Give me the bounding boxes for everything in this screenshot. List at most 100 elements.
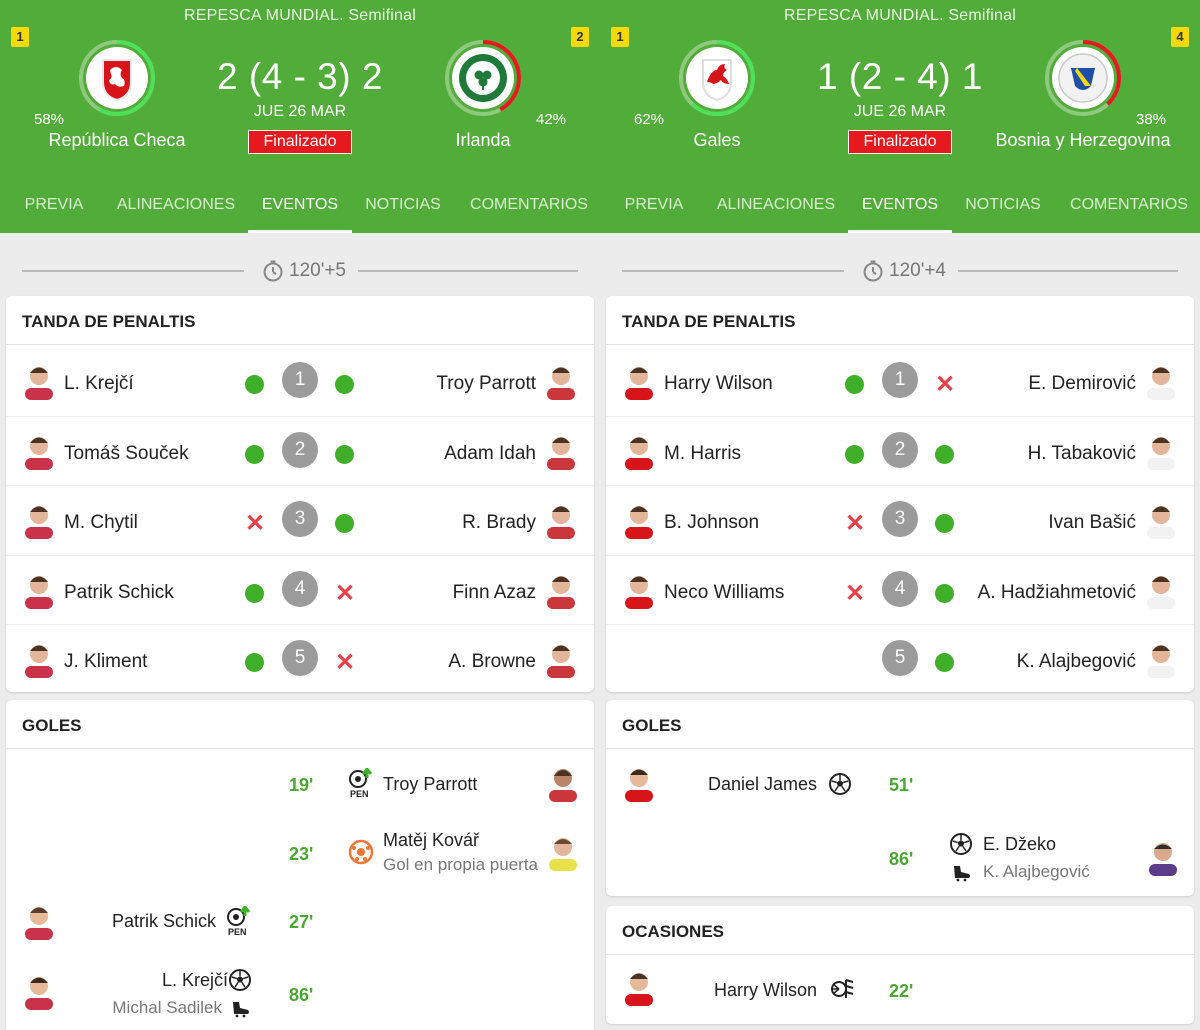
penalty-number-badge: 2 (882, 431, 918, 468)
away-rank-badge: 2 (571, 27, 589, 47)
player-photo-avatar[interactable] (22, 432, 56, 470)
away-penalty-taker[interactable]: R. Brady (462, 512, 536, 534)
tab-noticias[interactable]: NOTICIAS (360, 196, 446, 233)
penalty-scored-icon (845, 375, 864, 394)
tab-noticias[interactable]: NOTICIAS (960, 196, 1046, 233)
player-photo-avatar[interactable] (22, 362, 56, 400)
match-panel-czech-ireland: REPESCA MUNDIAL. Semifinal 1 2 58% 42% R… (0, 0, 600, 1030)
home-penalty-taker[interactable]: M. Harris (664, 443, 741, 465)
home-penalty-taker[interactable]: M. Chytil (64, 512, 138, 534)
row-divider (6, 624, 594, 625)
assist-player[interactable]: Michal Sadilek (112, 998, 222, 1018)
goal-scorer[interactable]: Daniel James (708, 774, 817, 795)
goal-scorer[interactable]: L. Krejčí (162, 970, 228, 991)
penalty-shootout-card: TANDA DE PENALTIS L. Krejčí 1 Troy Parrott… (6, 296, 594, 692)
penalty-scored-icon (245, 375, 264, 394)
away-penalty-taker[interactable]: E. Demirović (1028, 373, 1136, 395)
divider-line (958, 270, 1178, 272)
tab-eventos[interactable]: EVENTOS (248, 196, 352, 233)
player-photo-avatar[interactable] (544, 432, 578, 470)
player-photo-avatar[interactable] (22, 571, 56, 609)
player-photo-avatar[interactable] (1144, 571, 1178, 609)
match-header: REPESCA MUNDIAL. Semifinal 1 2 58% 42% R… (0, 0, 600, 233)
away-team-name[interactable]: Irlanda (363, 130, 600, 151)
row-divider (6, 485, 594, 486)
home-rank-badge: 1 (611, 27, 629, 47)
player-photo-avatar[interactable] (1144, 432, 1178, 470)
player-photo-avatar[interactable] (546, 833, 580, 871)
home-team-crest[interactable] (677, 38, 757, 118)
match-duration-divider: 120'+4 (600, 256, 1200, 286)
away-team-crest[interactable] (443, 38, 523, 118)
home-penalty-taker[interactable]: J. Kliment (64, 651, 147, 673)
tab-eventos[interactable]: EVENTOS (848, 196, 952, 233)
chance-icon (828, 976, 854, 1002)
away-penalty-taker[interactable]: Finn Azaz (453, 582, 536, 604)
away-penalty-taker[interactable]: Troy Parrott (436, 373, 536, 395)
penalty-scored-icon (245, 444, 264, 464)
home-team-name[interactable]: República Checa (0, 130, 237, 151)
goal-scorer[interactable]: E. Džeko (983, 834, 1056, 855)
penalty-row: M. Harris 2 H. Tabaković (606, 415, 1194, 485)
tab-alineaciones[interactable]: ALINEACIONES (712, 196, 840, 233)
away-team-crest[interactable] (1043, 38, 1123, 118)
penalty-missed-icon: ✕ (335, 579, 356, 607)
away-penalty-taker[interactable]: A. Browne (448, 651, 536, 673)
player-photo-avatar[interactable] (622, 432, 656, 470)
player-photo-avatar[interactable] (546, 764, 580, 802)
player-photo-avatar[interactable] (622, 571, 656, 609)
away-penalty-taker[interactable]: Adam Idah (444, 443, 536, 465)
away-win-probability-ring (1045, 40, 1121, 116)
tab-comentarios[interactable]: COMENTARIOS (1062, 196, 1196, 233)
home-team-crest[interactable] (77, 38, 157, 118)
player-photo-avatar[interactable] (22, 501, 56, 539)
match-duration: 120'+4 (889, 260, 946, 281)
tab-previa[interactable]: PREVIA (612, 196, 696, 233)
home-penalty-taker[interactable]: Tomáš Souček (64, 443, 189, 465)
away-penalty-taker[interactable]: A. Hadžiahmetović (978, 582, 1136, 604)
match-status-badge: Finalizado (248, 130, 352, 154)
player-photo-avatar[interactable] (1144, 640, 1178, 678)
player-photo-avatar[interactable] (1144, 362, 1178, 400)
away-penalty-taker[interactable]: Ivan Bašić (1048, 512, 1136, 534)
player-photo-avatar[interactable] (544, 640, 578, 678)
goal-scorer[interactable]: Patrik Schick (112, 911, 216, 932)
tab-alineaciones[interactable]: ALINEACIONES (112, 196, 240, 233)
home-penalty-taker[interactable]: Harry Wilson (664, 373, 773, 395)
player-photo-avatar[interactable] (1144, 501, 1178, 539)
away-penalty-taker[interactable]: H. Tabaković (1028, 443, 1136, 465)
tab-comentarios[interactable]: COMENTARIOS (462, 196, 596, 233)
player-photo-avatar[interactable] (22, 972, 56, 1010)
player-photo-avatar[interactable] (22, 902, 56, 940)
card-title: GOLES (22, 716, 82, 735)
row-divider (606, 554, 1194, 556)
tab-previa[interactable]: PREVIA (12, 196, 96, 233)
home-team-name[interactable]: Gales (600, 130, 837, 151)
home-penalty-taker[interactable]: Neco Williams (664, 582, 784, 604)
player-photo-avatar[interactable] (22, 640, 56, 678)
away-team-name[interactable]: Bosnia y Herzegovina (963, 130, 1200, 151)
player-photo-avatar[interactable] (544, 501, 578, 539)
player-photo-avatar[interactable] (622, 764, 656, 802)
divider-line (22, 270, 244, 272)
home-penalty-taker[interactable]: B. Johnson (664, 512, 759, 534)
goals-card: GOLES 19' PEN Troy Parrott 23' Matěj Kov… (6, 700, 594, 1030)
penalty-number-badge: 1 (282, 362, 318, 398)
penalty-scored-icon (335, 375, 354, 394)
player-photo-avatar[interactable] (622, 501, 656, 539)
assist-player[interactable]: K. Alajbegović (983, 862, 1090, 882)
player-photo-avatar[interactable] (544, 362, 578, 400)
own-goal-player[interactable]: Matěj Kovář (383, 830, 479, 851)
penalty-scored-icon (935, 514, 954, 533)
divider (6, 748, 594, 749)
home-penalty-taker[interactable]: Patrik Schick (64, 582, 174, 604)
player-photo-avatar[interactable] (1146, 838, 1180, 876)
player-photo-avatar[interactable] (622, 968, 656, 1006)
away-penalty-taker[interactable]: K. Alajbegović (1017, 651, 1136, 673)
player-photo-avatar[interactable] (622, 362, 656, 400)
goal-scorer[interactable]: Troy Parrott (383, 774, 477, 795)
penalty-missed-icon: ✕ (845, 579, 866, 607)
chance-player[interactable]: Harry Wilson (714, 980, 817, 1001)
player-photo-avatar[interactable] (544, 571, 578, 609)
home-penalty-taker[interactable]: L. Krejčí (64, 373, 134, 395)
